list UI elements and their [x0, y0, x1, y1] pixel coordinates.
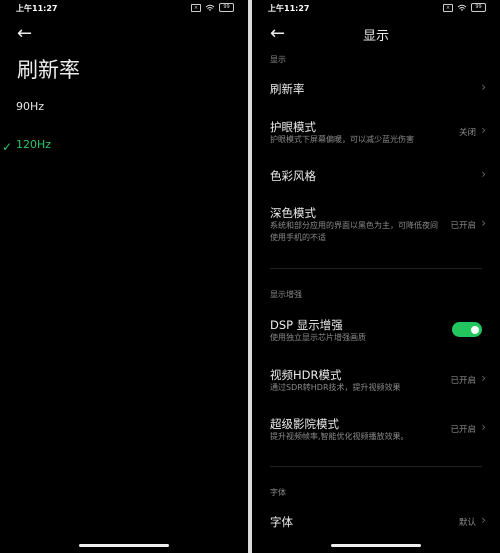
check-icon: ✓: [2, 140, 13, 154]
setting-video-hdr[interactable]: 视频HDR模式 通过SDR转HDR技术，提升视频效果 已开启 ›: [252, 364, 500, 404]
setting-title: 超级影院模式: [270, 417, 339, 431]
setting-subtitle: 提升视频帧率,智能优化视频播放效果。: [270, 432, 409, 441]
status-bar: 上午11:27 × 99: [252, 3, 500, 15]
battery-icon: 99: [219, 3, 234, 12]
chevron-right-icon: ›: [481, 167, 486, 181]
setting-subtitle: 护眼模式下屏幕偏暖，可以减少蓝光伤害: [270, 135, 414, 144]
section-header-font: 字体: [270, 488, 286, 497]
setting-title: 字体: [270, 515, 293, 529]
home-indicator[interactable]: [79, 544, 169, 547]
setting-font[interactable]: 字体 默认 ›: [252, 508, 500, 548]
setting-title: 视频HDR模式: [270, 368, 342, 382]
setting-title: 护眼模式: [270, 120, 316, 134]
sim-icon: ×: [191, 3, 201, 12]
divider: [270, 268, 482, 269]
dsp-toggle[interactable]: [452, 322, 482, 337]
chevron-right-icon: ›: [481, 371, 486, 385]
chevron-right-icon: ›: [481, 123, 486, 137]
wifi-icon: [205, 4, 215, 11]
setting-dsp-enhance[interactable]: DSP 显示增强 使用独立显示芯片增强画质: [252, 314, 500, 354]
status-bar: 上午11:27 × 99: [0, 3, 248, 15]
setting-eye-care[interactable]: 护眼模式 护眼模式下屏幕偏暖，可以减少蓝光伤害 关闭 ›: [252, 116, 500, 156]
setting-color-style[interactable]: 色彩风格 ›: [252, 162, 500, 202]
chevron-right-icon: ›: [481, 513, 486, 527]
section-header-display: 显示: [270, 55, 286, 64]
status-time: 上午11:27: [268, 4, 310, 13]
setting-title: 刷新率: [270, 82, 305, 96]
wifi-icon: [457, 4, 467, 11]
setting-super-cinema[interactable]: 超级影院模式 提升视频帧率,智能优化视频播放效果。 已开启 ›: [252, 413, 500, 453]
setting-subtitle: 使用独立显示芯片增强画质: [270, 333, 366, 342]
setting-value: 已开启: [450, 376, 476, 386]
chevron-right-icon: ›: [481, 420, 486, 434]
battery-icon: 99: [471, 3, 486, 12]
setting-title: DSP 显示增强: [270, 318, 343, 332]
setting-refresh-rate[interactable]: 刷新率 ›: [252, 76, 500, 116]
setting-value: 已开启: [450, 221, 476, 231]
setting-value: 默认: [458, 518, 476, 528]
page-title: 显示: [362, 29, 389, 44]
chevron-right-icon: ›: [481, 216, 486, 230]
page-title: 刷新率: [17, 58, 80, 82]
status-time: 上午11:27: [16, 4, 58, 13]
setting-subtitle: 通过SDR转HDR技术，提升视频效果: [270, 383, 401, 392]
option-120hz[interactable]: 120Hz: [16, 138, 51, 151]
setting-title: 色彩风格: [270, 169, 316, 183]
option-90hz[interactable]: 90Hz: [16, 100, 44, 113]
toggle-knob: [471, 325, 479, 334]
setting-subtitle: 系统和部分应用的界面以黑色为主，可降低夜间使用手机的不适: [270, 221, 438, 242]
sim-icon: ×: [443, 3, 453, 12]
chevron-right-icon: ›: [481, 80, 486, 94]
divider: [270, 466, 482, 467]
setting-dark-mode[interactable]: 深色模式 系统和部分应用的界面以黑色为主，可降低夜间使用手机的不适 已开启 ›: [252, 202, 500, 252]
section-header-display-enhance: 显示增强: [270, 290, 302, 299]
setting-value: 关闭: [458, 128, 476, 138]
refresh-rate-screen: 上午11:27 × 99 ← 刷新率 90Hz ✓ 120Hz: [0, 0, 248, 553]
display-settings-screen: 上午11:27 × 99 ← 显示 显示 刷新率 › 护眼模式 护眼模式下屏幕偏…: [252, 0, 500, 553]
setting-title: 深色模式: [270, 206, 316, 220]
setting-value: 已开启: [450, 425, 476, 435]
home-indicator[interactable]: [331, 544, 421, 547]
back-arrow-icon[interactable]: ←: [17, 25, 32, 43]
